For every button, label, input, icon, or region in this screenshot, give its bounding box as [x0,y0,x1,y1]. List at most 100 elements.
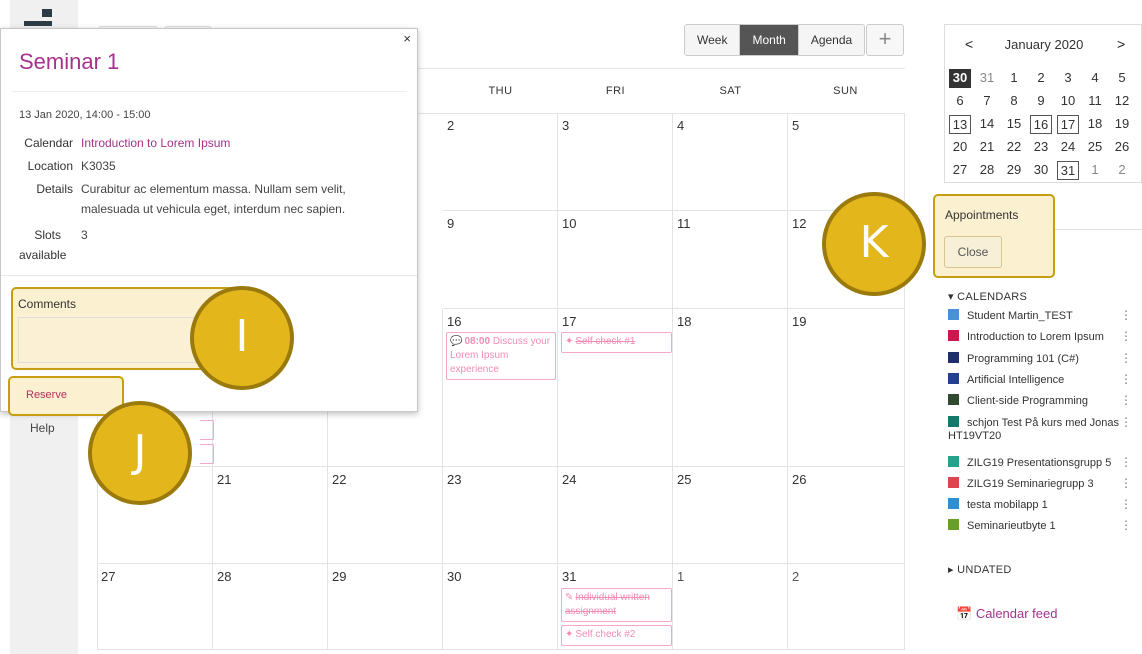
mini-calendar-day[interactable]: 2 [1030,69,1052,88]
calendar-event[interactable] [200,444,214,464]
calendars-heading[interactable]: ▾ CALENDARS [948,290,1027,303]
help-link[interactable]: Help [30,421,55,435]
mini-calendar-day[interactable]: 18 [1084,115,1106,134]
calendar-list-item[interactable]: ZILG19 Presentationsgrupp 5 ⋮ [948,455,1138,470]
appointments-close-button[interactable]: Close [944,236,1002,268]
calendar-list-item[interactable]: ZILG19 Seminariegrupp 3 ⋮ [948,476,1138,491]
mini-calendar-day[interactable]: 30 [1030,161,1052,180]
mini-calendar-day[interactable]: 5 [1111,69,1133,88]
calendar-list-item[interactable]: Seminarieutbyte 1 ⋮ [948,519,1138,533]
more-options-icon[interactable]: ⋮ [1120,372,1132,386]
day-cell[interactable]: 11 [673,211,788,309]
day-cell[interactable]: 24 [558,467,673,564]
view-agenda-button[interactable]: Agenda [798,25,865,55]
day-cell[interactable]: 1 [673,564,788,650]
calendar-event[interactable]: 💬 08:00 Discuss your Lorem Ipsum experien… [446,332,556,380]
calendar-list-item[interactable]: Artificial Intelligence ⋮ [948,372,1138,387]
day-cell[interactable]: 22 [328,467,443,564]
calendar-list-item[interactable]: testa mobilapp 1 ⋮ [948,498,1138,512]
day-cell[interactable]: 18 [673,309,788,467]
more-options-icon[interactable]: ⋮ [1120,330,1132,343]
calendar-color-swatch[interactable] [948,455,959,467]
mini-calendar-day[interactable]: 7 [976,92,998,111]
reserve-button[interactable]: Reserve [8,376,124,416]
calendar-list-item[interactable]: Introduction to Lorem Ipsum ⋮ [948,330,1138,344]
calendar-list-item[interactable]: Client-side Programming ⋮ [948,394,1138,408]
mini-calendar-day[interactable]: 17 [1057,115,1079,134]
more-options-icon[interactable]: ⋮ [1120,415,1132,429]
mini-calendar-day[interactable]: 8 [1003,92,1025,111]
day-cell[interactable]: 10 [558,211,673,309]
mini-calendar-day[interactable]: 1 [1003,69,1025,88]
mini-calendar-day[interactable]: 19 [1111,115,1133,134]
more-options-icon[interactable]: ⋮ [1120,519,1132,532]
view-week-button[interactable]: Week [685,25,741,55]
mini-calendar-day[interactable]: 21 [976,138,998,157]
next-month-icon[interactable]: > [1117,36,1125,52]
calendar-list-item[interactable]: Programming 101 (C#) ⋮ [948,351,1138,366]
mini-calendar-day[interactable]: 31 [1057,161,1079,180]
mini-calendar-day[interactable]: 13 [949,115,971,134]
add-event-button[interactable]: + [866,24,904,56]
mini-calendar-day[interactable]: 6 [949,92,971,111]
mini-calendar-day[interactable]: 27 [949,161,971,180]
calendar-color-swatch[interactable] [948,519,959,531]
more-options-icon[interactable]: ⋮ [1120,455,1132,469]
day-cell[interactable]: 29 [328,564,443,650]
mini-calendar-day[interactable]: 16 [1030,115,1052,134]
mini-calendar-day[interactable]: 10 [1057,92,1079,111]
mini-calendar-day[interactable]: 24 [1057,138,1079,157]
mini-calendar-day[interactable]: 26 [1111,138,1133,157]
mini-calendar-day[interactable]: 25 [1084,138,1106,157]
undated-heading[interactable]: ▸ UNDATED [948,563,1012,576]
day-cell[interactable]: 9 [443,211,558,309]
mini-calendar-day[interactable]: 9 [1030,92,1052,111]
day-cell[interactable]: 25 [673,467,788,564]
calendar-list-item[interactable]: schjon Test På kurs med Jonas HT19VT20 ⋮ [948,415,1138,443]
mini-calendar-day[interactable]: 2 [1111,161,1133,180]
calendar-color-swatch[interactable] [948,476,959,488]
day-cell[interactable]: 2 [443,113,558,211]
calendar-color-swatch[interactable] [948,394,959,406]
day-cell[interactable]: 21 [213,467,328,564]
more-options-icon[interactable]: ⋮ [1120,476,1132,490]
mini-calendar-day[interactable]: 31 [976,69,998,88]
day-cell[interactable]: 3 [558,113,673,211]
mini-calendar-day[interactable]: 29 [1003,161,1025,180]
mini-calendar-day[interactable]: 12 [1111,92,1133,111]
mini-calendar-day[interactable]: 4 [1084,69,1106,88]
mini-calendar-day[interactable]: 3 [1057,69,1079,88]
calendar-event[interactable]: ✎ Individual written assignment [561,588,672,622]
calendar-link[interactable]: Introduction to Lorem Ipsum [81,136,230,150]
more-options-icon[interactable]: ⋮ [1120,309,1132,322]
mini-calendar-day[interactable]: 15 [1003,115,1025,134]
calendar-list-item[interactable]: Student Martin_TEST ⋮ [948,309,1138,323]
calendar-color-swatch[interactable] [948,498,959,510]
calendar-feed-link[interactable]: 📅 Calendar feed [956,606,1057,622]
view-month-button[interactable]: Month [740,25,799,55]
mini-calendar-day[interactable]: 1 [1084,161,1106,180]
calendar-event[interactable]: ✦ Self check #2 [561,625,672,646]
calendar-color-swatch[interactable] [948,351,959,363]
mini-calendar-day[interactable]: 28 [976,161,998,180]
day-cell[interactable]: 19 [788,309,905,467]
mini-calendar-day[interactable]: 20 [949,138,971,157]
calendar-color-swatch[interactable] [948,330,959,342]
close-icon[interactable]: × [403,31,411,46]
day-cell[interactable]: 26 [788,467,905,564]
mini-calendar-day[interactable]: 30 [949,69,971,88]
more-options-icon[interactable]: ⋮ [1120,394,1132,407]
calendar-color-swatch[interactable] [948,372,959,384]
calendar-event[interactable] [200,420,214,440]
day-cell[interactable]: 30 [443,564,558,650]
day-cell[interactable]: 2 [788,564,905,650]
more-options-icon[interactable]: ⋮ [1120,351,1132,365]
mini-calendar-day[interactable]: 11 [1084,92,1106,111]
mini-calendar-day[interactable]: 14 [976,115,998,134]
mini-calendar-day[interactable]: 22 [1003,138,1025,157]
more-options-icon[interactable]: ⋮ [1120,498,1132,511]
mini-calendar-day[interactable]: 23 [1030,138,1052,157]
day-cell[interactable]: 23 [443,467,558,564]
calendar-event[interactable]: ✦ Self check #1 [561,332,672,353]
calendar-color-swatch[interactable] [948,415,959,427]
